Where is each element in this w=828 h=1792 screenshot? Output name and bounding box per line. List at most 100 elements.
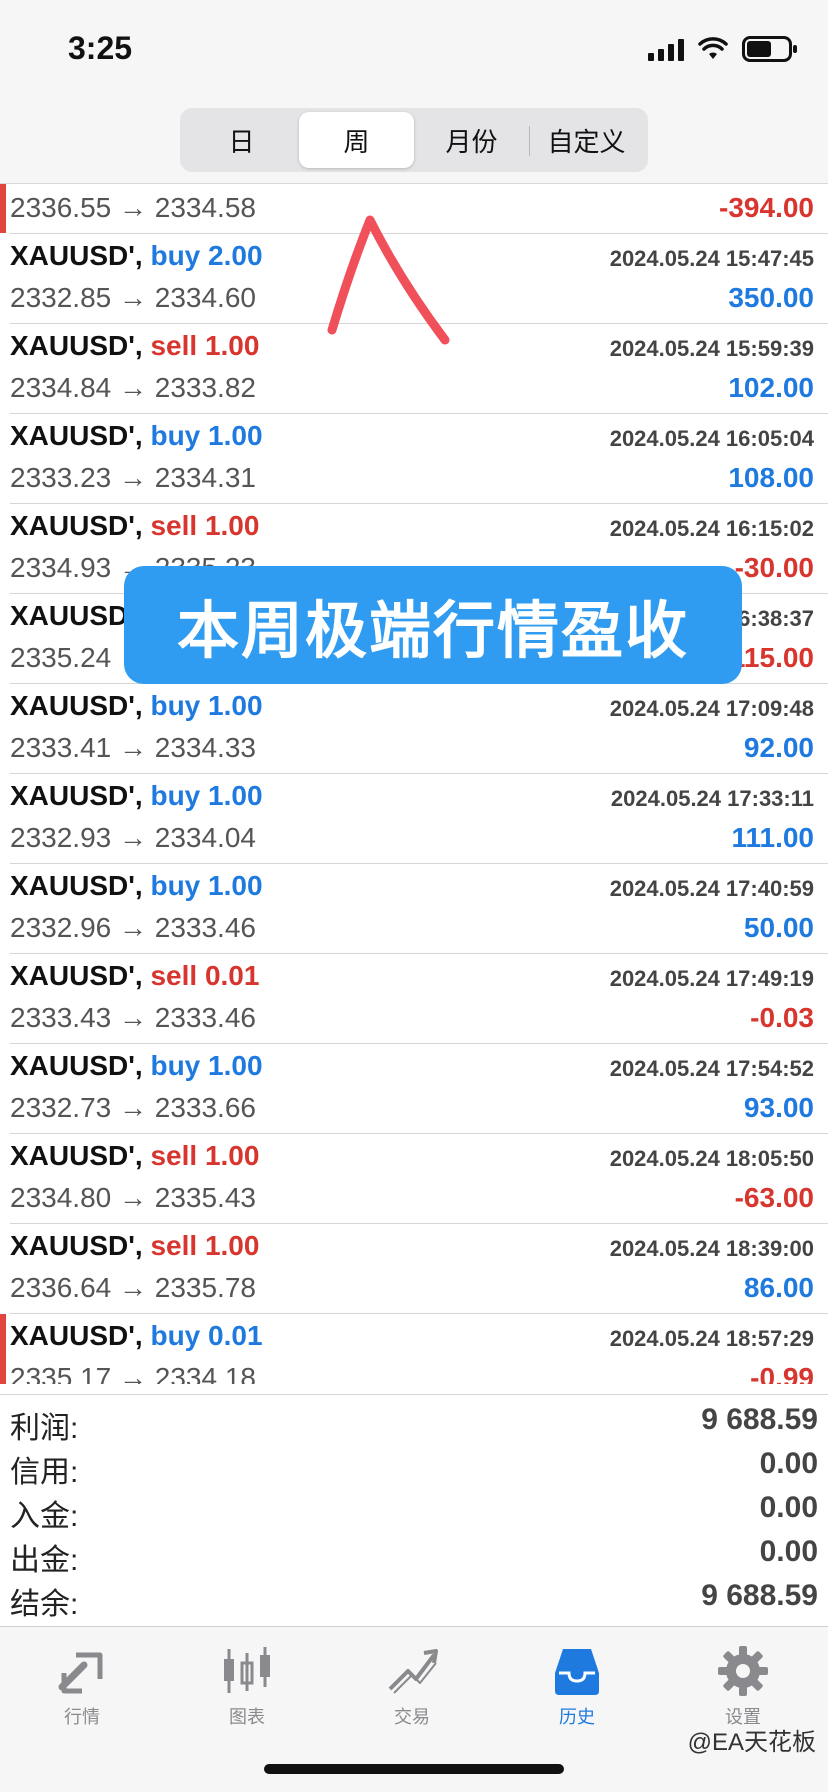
status-bar: 3:25 — [0, 0, 828, 104]
trade-prices: 2333.43 → 2333.46 — [10, 1002, 256, 1033]
trade-volume: 1.00 — [208, 420, 263, 451]
trade-row[interactable]: XAUUSD', buy 1.00 2024.05.24 17:09:48 2333… — [10, 684, 828, 774]
trade-time: 2024.05.24 16:15:02 — [609, 516, 814, 541]
trade-symbol-line: XAUUSD', sell 1.00 — [10, 1140, 260, 1171]
summary-value: 0.00 — [759, 1535, 818, 1568]
trade-profit: -394.00 — [719, 192, 814, 223]
annotation-arrow-icon — [327, 215, 450, 345]
trade-side: buy — [150, 690, 201, 721]
trade-symbol: XAUUSD' — [10, 600, 135, 631]
trade-prices: 2336.64 → 2335.78 — [10, 1272, 256, 1303]
trade-symbol: XAUUSD' — [10, 690, 135, 721]
trade-row[interactable]: XAUUSD', sell 0.01 2024.05.24 17:49:19 233… — [10, 954, 828, 1044]
summary-label: 信用: — [10, 1456, 79, 1489]
trade-volume: 1.00 — [204, 330, 260, 361]
trade-side: sell — [150, 1230, 198, 1261]
trade-symbol-line: XAUUSD', buy 1.00 — [10, 690, 263, 721]
trade-row[interactable]: XAUUSD', buy 1.00 2024.05.24 16:05:04 2333… — [10, 414, 828, 504]
trade-time: 2024.05.24 17:49:19 — [609, 966, 814, 991]
trade-time: 2024.05.24 15:59:39 — [609, 336, 814, 361]
trade-symbol-line: XAUUSD', buy 1.00 — [10, 420, 263, 451]
trade-icon — [388, 1649, 438, 1694]
trade-side: sell — [150, 330, 198, 361]
row-marker — [0, 1314, 6, 1384]
trade-side: sell — [150, 1140, 198, 1171]
summary-row-profit: 利润: 9 688.59 — [10, 1403, 818, 1447]
trade-profit: 350.00 — [728, 282, 814, 313]
trade-symbol-line: XAUUSD', sell 1.00 — [10, 510, 260, 541]
cellular-signal-icon — [648, 37, 684, 61]
trade-prices: 2333.41 → 2334.33 — [10, 732, 256, 763]
battery-icon — [742, 36, 797, 62]
summary-row-withdrawal: 出金: 0.00 — [10, 1535, 818, 1579]
trade-row[interactable]: XAUUSD', buy 1.00 2024.05.24 17:33:11 2332… — [10, 774, 828, 864]
trade-row[interactable]: XAUUSD', buy 1.00 2024.05.24 17:40:59 2332… — [10, 864, 828, 954]
trade-volume: 1.00 — [208, 1050, 263, 1081]
tab-quotes[interactable]: 行情 — [27, 1643, 137, 1743]
trade-side: buy — [150, 1050, 201, 1081]
trade-prices: 2335.17 → 2334.18 — [10, 1362, 256, 1384]
trade-prices: 2332.85 → 2334.60 — [10, 282, 256, 313]
quotes-icon — [58, 1652, 103, 1694]
trade-profit: 111.00 — [731, 822, 814, 853]
promo-banner: 本周极端行情盈收 — [124, 566, 742, 684]
trade-profit: 108.00 — [728, 462, 814, 493]
segment-week[interactable]: 周 — [299, 112, 414, 168]
trade-profit: 93.00 — [743, 1092, 814, 1123]
trade-prices: 2336.55 → 2334.58 — [10, 192, 256, 223]
trade-volume: 0.01 — [204, 960, 260, 991]
trade-symbol-line: XAUUSD', buy 1.00 — [10, 870, 263, 901]
row-marker — [0, 184, 6, 233]
trade-symbol-line: XAUUSD', sell 1.00 — [10, 1230, 260, 1261]
trade-volume: 1.00 — [204, 1230, 260, 1261]
wifi-icon — [698, 37, 728, 59]
trade-symbol-line: XAUUSD', buy 2.00 — [10, 240, 263, 271]
watermark: @EA天花板 — [687, 1729, 816, 1756]
trade-symbol: XAUUSD' — [10, 420, 135, 451]
tab-history[interactable]: 历史 — [522, 1643, 632, 1743]
trade-side: buy — [150, 1320, 201, 1351]
trade-time: 2024.05.24 18:39:00 — [609, 1236, 814, 1261]
segment-day[interactable]: 日 — [184, 112, 299, 168]
trade-symbol-line: XAUUSD', sell 0.01 — [10, 960, 260, 991]
trade-symbol-line: XAUUSD', buy 1.00 — [10, 780, 263, 811]
tab-chart[interactable]: 图表 — [192, 1643, 302, 1743]
summary-label: 结余: — [10, 1588, 79, 1621]
trade-profit: -0.99 — [750, 1362, 814, 1384]
trade-row[interactable]: XAUUSD', sell 1.00 2024.05.24 18:39:00 233… — [10, 1224, 828, 1314]
trade-prices: 2332.73 → 2333.66 — [10, 1092, 256, 1123]
trade-prices: 2332.93 → 2334.04 — [10, 822, 256, 853]
trade-profit: -63.00 — [734, 1182, 814, 1213]
trade-side: buy — [150, 870, 201, 901]
summary-row-credit: 信用: 0.00 — [10, 1447, 818, 1491]
trade-row[interactable]: XAUUSD', buy 0.01 2024.05.24 18:57:29 2335… — [0, 1314, 828, 1384]
trade-symbol-line: XAUUSD', buy 1.00 — [10, 1050, 263, 1081]
trade-symbol: XAUUSD' — [10, 510, 135, 541]
segment-custom[interactable]: 自定义 — [529, 112, 644, 168]
history-icon — [555, 1649, 599, 1695]
trade-row[interactable]: XAUUSD', buy 1.00 2024.05.24 17:54:52 2332… — [10, 1044, 828, 1134]
segment-month[interactable]: 月份 — [414, 112, 529, 168]
trade-volume: 1.00 — [208, 870, 263, 901]
summary-value: 0.00 — [759, 1491, 818, 1524]
trade-time: 2024.05.24 17:09:48 — [609, 696, 814, 721]
summary-value: 9 688.59 — [701, 1579, 818, 1612]
trade-prices: 2333.23 → 2334.31 — [10, 462, 256, 493]
trade-symbol-line: XAUUSD', sell 1.00 — [10, 330, 260, 361]
trade-symbol: XAUUSD' — [10, 960, 135, 991]
tab-label: 行情 — [64, 1707, 100, 1727]
trade-side: sell — [150, 510, 198, 541]
trade-prices: 2332.96 → 2333.46 — [10, 912, 256, 943]
trade-symbol: XAUUSD' — [10, 1320, 135, 1351]
trade-profit: 86.00 — [743, 1272, 814, 1303]
summary-label: 利润: — [10, 1412, 79, 1445]
trade-profit: -30.00 — [734, 552, 814, 583]
summary-value: 9 688.59 — [701, 1403, 818, 1436]
chart-icon — [224, 1647, 270, 1693]
summary-row-balance: 结余: 9 688.59 — [10, 1579, 818, 1623]
summary-value: 0.00 — [759, 1447, 818, 1480]
tab-trade[interactable]: 交易 — [357, 1643, 467, 1743]
trade-row[interactable]: XAUUSD', sell 1.00 2024.05.24 18:05:50 233… — [10, 1134, 828, 1224]
trade-history-list[interactable]: XAUUSD', buy 2.00 2336.55 → 2334.58 -394.0… — [0, 184, 828, 1384]
trade-side: buy — [150, 420, 201, 451]
